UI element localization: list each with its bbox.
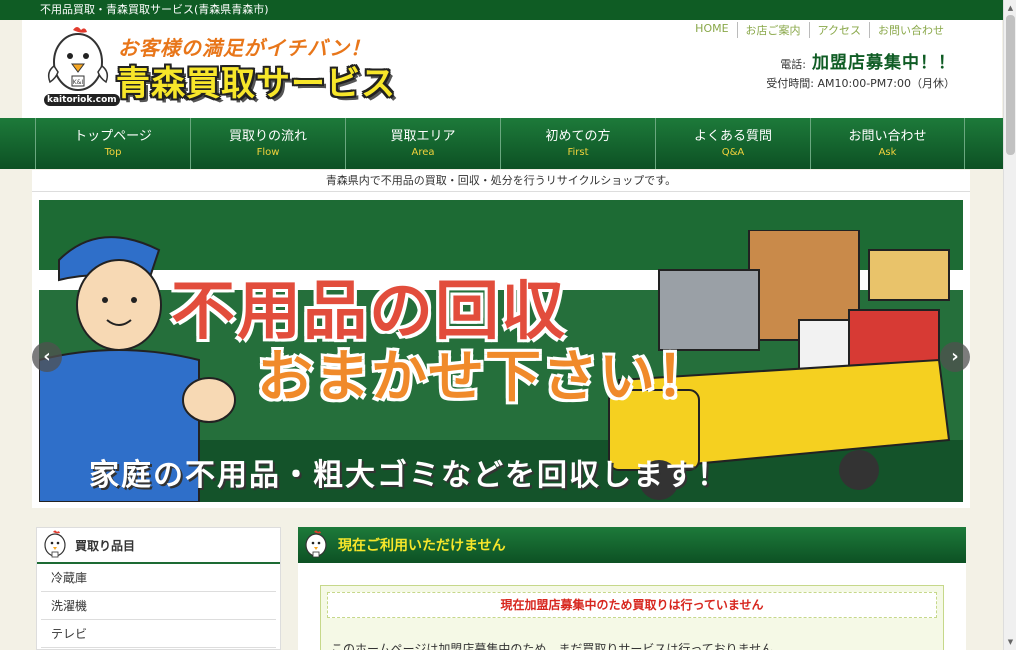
scroll-thumb[interactable] (1006, 15, 1015, 155)
nav-sublabel: Area (411, 146, 435, 158)
sidebar: 買取り品目 冷蔵庫 洗濯機 テレビ (36, 527, 281, 650)
nav-sublabel: Top (104, 146, 122, 158)
notice-body: このホームページは加盟店募集中のため、まだ買取りサービスは行っておりません。 (331, 642, 786, 650)
nav-label: 買取りの流れ (228, 128, 307, 144)
page-scrollbar[interactable]: ▲ ▼ (1003, 0, 1016, 650)
top-bar: 不用品買取・青森買取サービス(青森県青森市) (0, 0, 1003, 20)
nav-sublabel: Flow (256, 146, 280, 158)
slider-next-button[interactable]: › (940, 342, 970, 372)
sidebar-heading-text: 買取り品目 (75, 538, 136, 553)
nav-item-area[interactable]: 買取エリア Area (345, 118, 500, 169)
nav-label: お問い合わせ (848, 128, 927, 144)
main-nav: トップページ Top 買取りの流れ Flow 買取エリア Area 初めての方 Firs… (0, 118, 1003, 169)
nav-item-first[interactable]: 初めての方 First (500, 118, 655, 169)
banner-subtitle: 家庭の不用品・粗大ゴミなどを回収します！ (89, 458, 729, 493)
brand-name: 青森買取サービス (116, 64, 396, 104)
banner-slide[interactable]: 不用品の回収 おまかせ下さい！ 家庭の不用品・粗大ゴミなどを回収します！ (39, 200, 963, 502)
nav-sublabel: Q&A (721, 146, 745, 158)
phone-info: 電話: 加盟店募集中！！ (780, 48, 956, 73)
banner-slider: 不用品の回収 おまかせ下さい！ 家庭の不用品・粗大ゴミなどを回収します！ (32, 192, 970, 508)
top-bar-text: 不用品買取・青森買取サービス(青森県青森市) (40, 3, 269, 16)
scroll-down-icon[interactable]: ▼ (1005, 636, 1016, 648)
scroll-up-icon[interactable]: ▲ (1005, 2, 1016, 14)
header-link-access[interactable]: アクセス (808, 22, 869, 38)
nav-sublabel: First (567, 146, 589, 158)
site-header: K&I kaitoriok.com お客様の満足がイチバン！ 青森買取サービス … (22, 20, 1002, 118)
nav-item-qa[interactable]: よくある質問 Q&A (655, 118, 810, 169)
nav-item-flow[interactable]: 買取りの流れ Flow (190, 118, 345, 169)
slider-prev-button[interactable]: ‹ (32, 342, 62, 372)
nav-sublabel: Ask (878, 146, 897, 158)
nav-label: 初めての方 (545, 128, 611, 144)
header-link-home[interactable]: HOME (687, 22, 736, 38)
sidebar-item-tv[interactable]: テレビ (41, 620, 276, 648)
tagline: 青森県内で不用品の買取・回収・処分を行うリサイクルショップです。 (32, 170, 970, 192)
header-link-contact[interactable]: お問い合わせ (869, 22, 952, 38)
chicken-mascot-icon (44, 530, 66, 558)
sidebar-heading: 買取り品目 (37, 528, 280, 564)
site-url: kaitoriok.com (44, 94, 120, 106)
chicken-mascot-icon (305, 530, 327, 558)
content-title: 現在ご利用いただけません (338, 538, 506, 554)
nav-label: よくある質問 (693, 128, 772, 144)
site-logo[interactable]: K&I kaitoriok.com お客様の満足がイチバン！ 青森買取サービス (42, 22, 442, 114)
header-link-shop-info[interactable]: お店ご案内 (736, 22, 809, 38)
nav-label: 買取エリア (390, 128, 456, 144)
notice-box: 現在加盟店募集中のため買取りは行っていません このホームページは加盟店募集中のた… (320, 585, 944, 650)
sidebar-item-washing-machine[interactable]: 洗濯機 (41, 592, 276, 620)
business-hours: 受付時間: AM10:00-PM7:00（月休） (766, 77, 955, 90)
phone-value: 加盟店募集中！！ (812, 53, 956, 73)
main-content: 現在ご利用いただけません 現在加盟店募集中のため買取りは行っていません このホー… (298, 527, 966, 650)
banner-title-line2: おまかせ下さい！ (257, 345, 713, 410)
notice-text: 現在加盟店募集中のため買取りは行っていません (327, 592, 937, 618)
svg-text:K&I: K&I (73, 79, 84, 86)
sidebar-item-refrigerator[interactable]: 冷蔵庫 (41, 564, 276, 592)
slogan: お客様の満足がイチバン！ (118, 36, 371, 60)
nav-item-top[interactable]: トップページ Top (35, 118, 190, 169)
phone-label: 電話: (780, 58, 806, 71)
nav-item-ask[interactable]: お問い合わせ Ask (810, 118, 965, 169)
nav-label: トップページ (74, 128, 152, 144)
header-nav: HOME お店ご案内 アクセス お問い合わせ (687, 22, 952, 38)
content-heading: 現在ご利用いただけません (298, 527, 966, 563)
